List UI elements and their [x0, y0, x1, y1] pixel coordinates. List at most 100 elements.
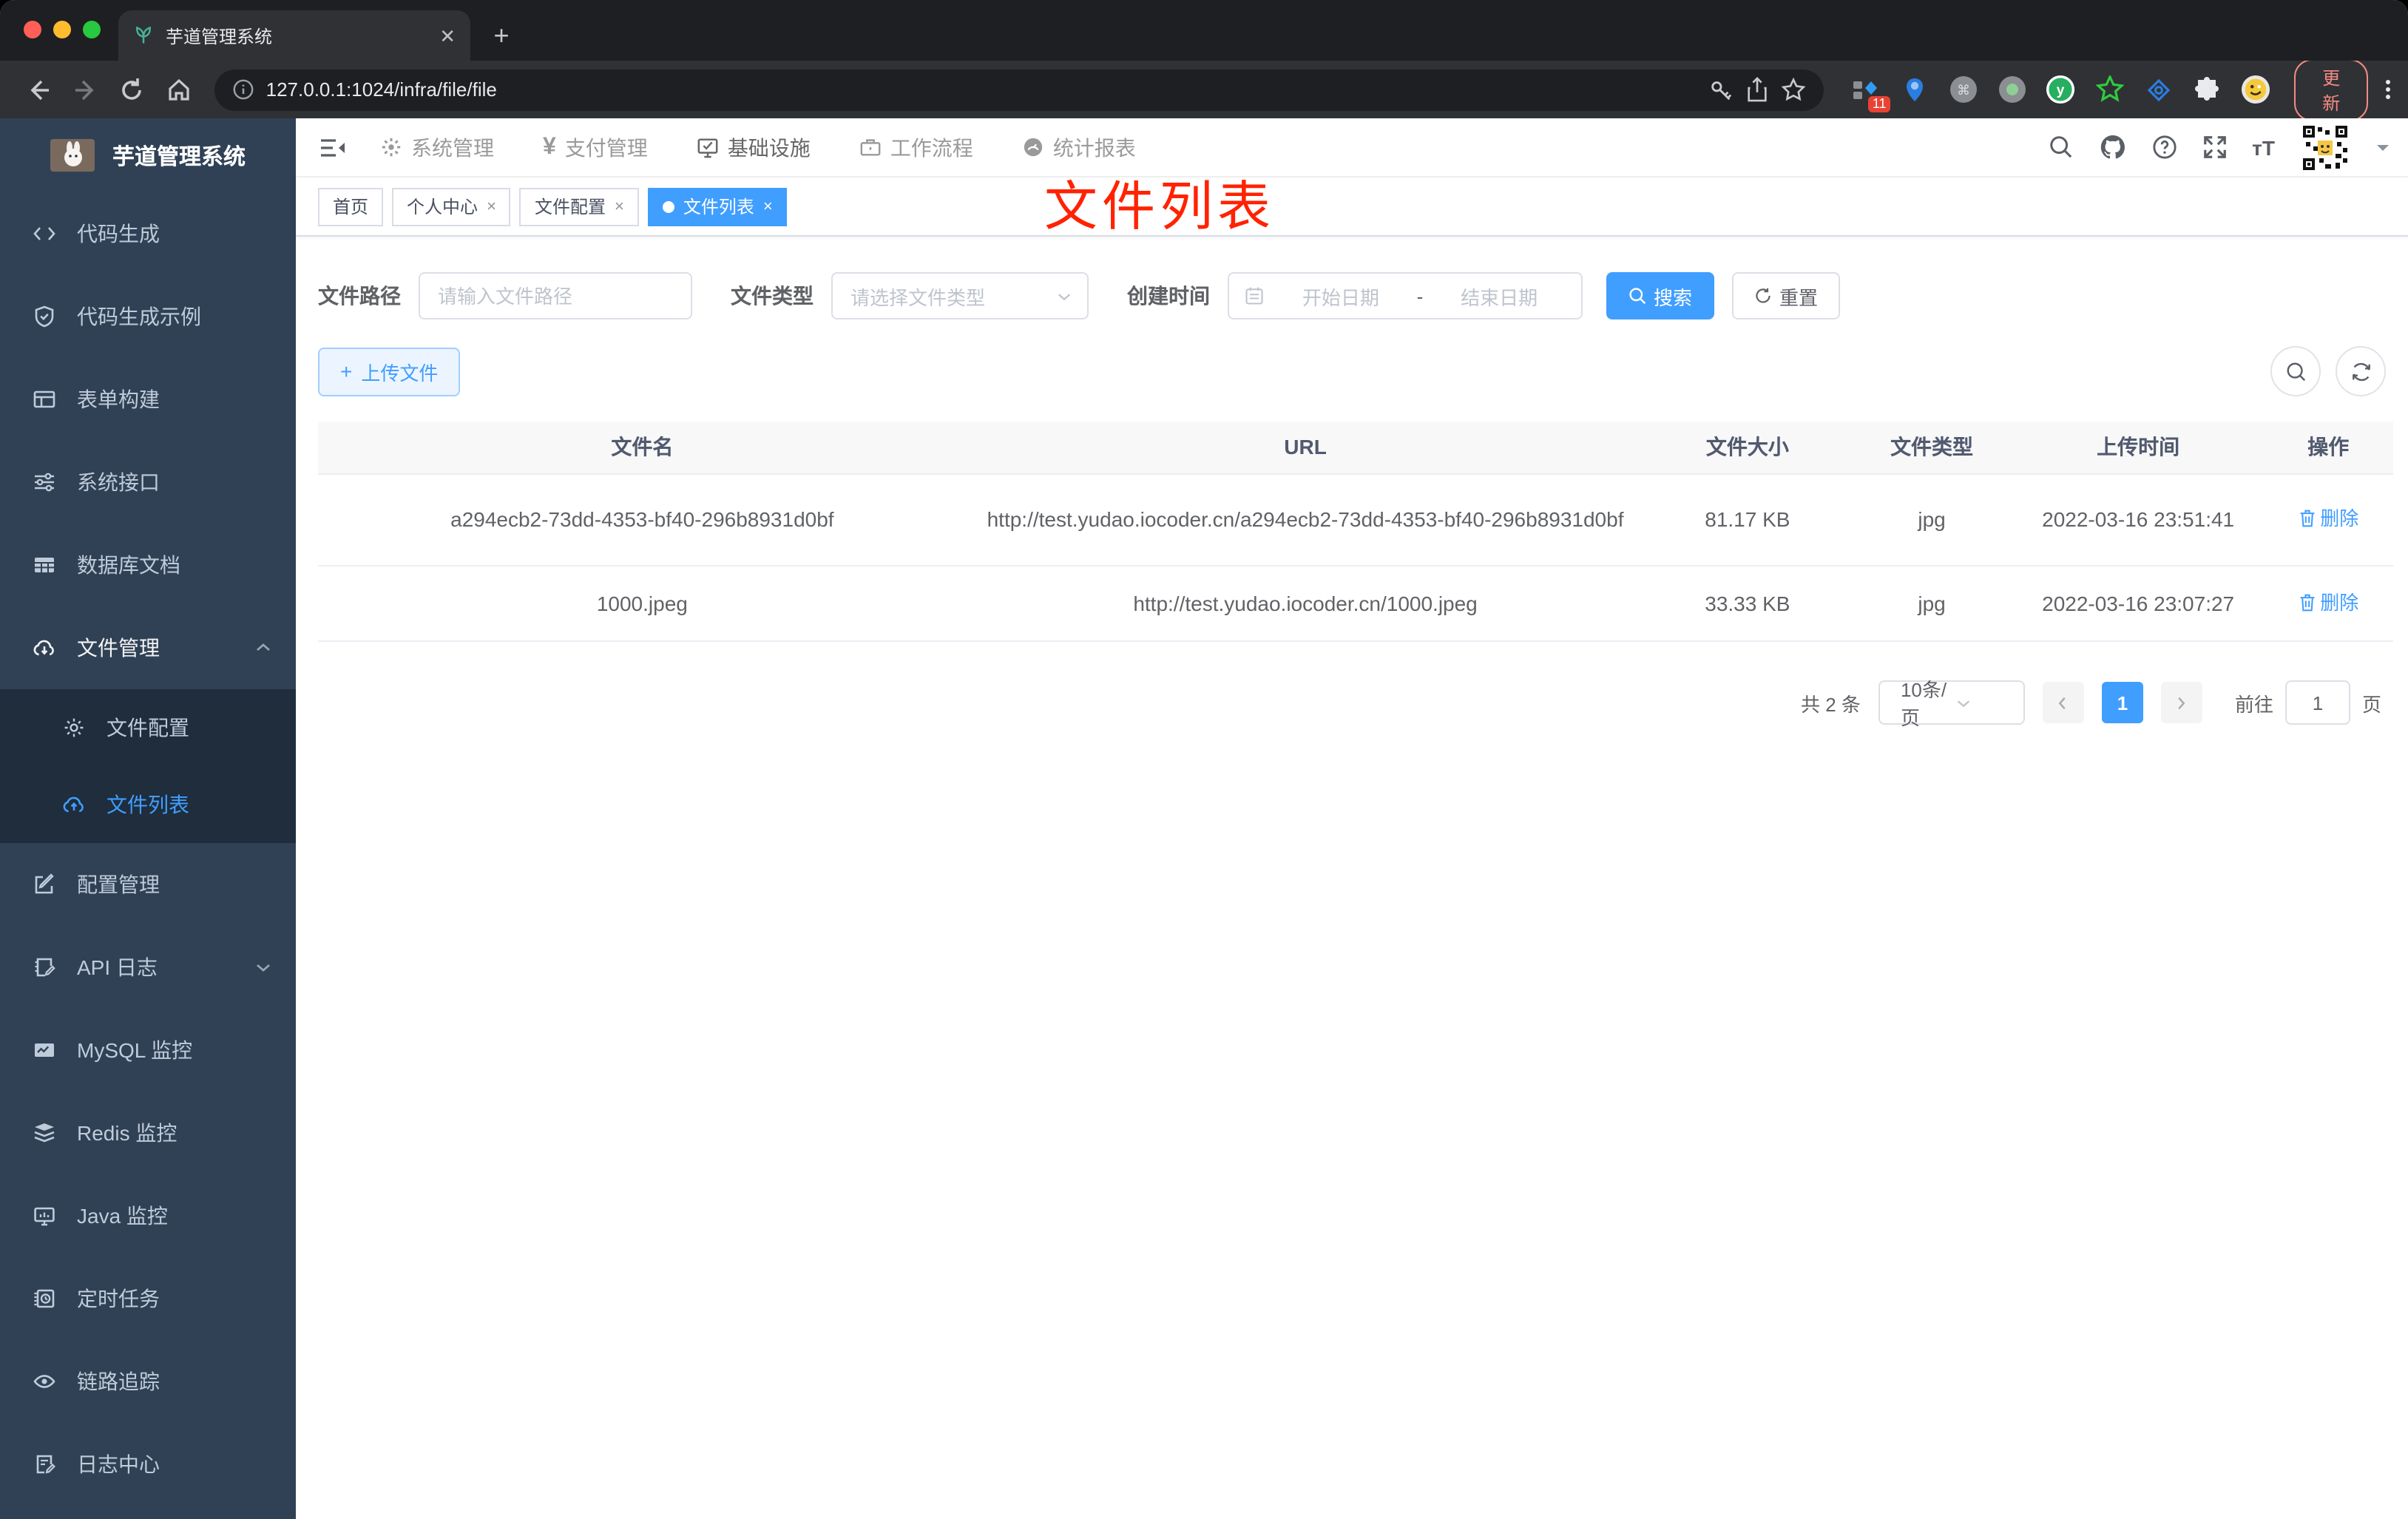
tag-file-list[interactable]: 文件列表 ×: [647, 187, 788, 226]
sidebar-item-file-list[interactable]: 文件列表: [0, 766, 296, 843]
end-date-input[interactable]: 结束日期: [1432, 282, 1566, 310]
profile-avatar-icon[interactable]: [2242, 75, 2271, 104]
refresh-table-button[interactable]: [2336, 346, 2386, 396]
column-header-size: 文件大小: [1705, 435, 1789, 459]
extensions-row: 11 ⌘ y: [1851, 75, 2271, 112]
github-icon[interactable]: [2098, 133, 2126, 161]
total-count: 共 2 条: [1801, 693, 1861, 715]
url-bar[interactable]: 127.0.0.1:1024/infra/file/file: [214, 69, 1824, 110]
file-path-input[interactable]: [419, 272, 692, 319]
goto-page-input[interactable]: [2284, 680, 2350, 725]
extension-y-icon[interactable]: y: [2046, 75, 2076, 104]
sidebar-item-config-management[interactable]: 配置管理: [0, 843, 296, 926]
briefcase-icon: [859, 136, 882, 158]
file-type-select[interactable]: 请选择文件类型: [831, 272, 1089, 319]
tag-home[interactable]: 首页: [318, 187, 384, 226]
reload-button[interactable]: [112, 69, 152, 110]
upload-file-button[interactable]: + 上传文件: [318, 347, 461, 396]
tag-profile[interactable]: 个人中心 ×: [392, 187, 511, 226]
extension-star-icon[interactable]: [2095, 75, 2125, 104]
page-content: 文件路径 文件类型 请选择文件类型 创建时间 开始日期 - 结束日期: [296, 237, 2408, 1519]
tab-title: 芋道管理系统: [166, 26, 273, 47]
extension-command-icon[interactable]: ⌘: [1949, 75, 1978, 104]
app-logo-row: 芋道管理系统: [0, 118, 296, 192]
sidebar-item-system-api[interactable]: 系统接口: [0, 441, 296, 524]
cell-type: jpg: [1918, 507, 1946, 531]
sidebar-item-java-monitor[interactable]: Java 监控: [0, 1174, 296, 1257]
sidebar-item-tracing[interactable]: 链路追踪: [0, 1340, 296, 1423]
browser-tab[interactable]: 芋道管理系统 ✕: [118, 10, 470, 61]
svg-text:y: y: [2057, 83, 2065, 98]
window-close-button[interactable]: [24, 21, 41, 38]
nav-item-statistics[interactable]: 统计报表: [1022, 132, 1136, 162]
sidebar-item-code-generate[interactable]: 代码生成: [0, 192, 296, 275]
range-separator: -: [1416, 285, 1424, 307]
fullscreen-icon[interactable]: [2202, 135, 2227, 160]
monitor-icon: [33, 1204, 56, 1228]
header-actions: тT: [2048, 122, 2390, 172]
date-range-picker[interactable]: 开始日期 - 结束日期: [1228, 272, 1583, 319]
eye-icon: [33, 1370, 56, 1393]
sidebar-item-redis-monitor[interactable]: Redis 监控: [0, 1092, 296, 1174]
tag-close-icon[interactable]: ×: [615, 197, 624, 215]
extension-eye-icon[interactable]: [2144, 75, 2174, 104]
extensions-puzzle-icon[interactable]: [2193, 75, 2222, 104]
page-size-select[interactable]: 10条/页: [1878, 679, 2025, 729]
next-page-button[interactable]: [2160, 682, 2202, 723]
password-key-icon[interactable]: [1709, 77, 1734, 102]
tags-view: 首页 个人中心 × 文件配置 × 文件列表 ×: [296, 177, 2408, 237]
sidebar-item-file-management[interactable]: 文件管理: [0, 606, 296, 689]
delete-button[interactable]: 删除: [2298, 503, 2358, 534]
window-minimize-button[interactable]: [53, 21, 71, 38]
avatar-dropdown-caret-icon[interactable]: [2375, 140, 2390, 155]
site-info-icon[interactable]: [232, 78, 254, 101]
sidebar-item-mysql-monitor[interactable]: MySQL 监控: [0, 1009, 296, 1092]
forward-button[interactable]: [64, 69, 105, 110]
help-icon[interactable]: [2151, 135, 2177, 160]
sidebar-item-code-demo[interactable]: 代码生成示例: [0, 275, 296, 358]
code-icon: [33, 222, 56, 246]
start-date-input[interactable]: 开始日期: [1274, 282, 1408, 310]
delete-button[interactable]: 删除: [2298, 586, 2358, 618]
search-icon[interactable]: [2048, 135, 2073, 160]
form-icon: [33, 388, 56, 411]
nav-item-payment[interactable]: ¥ 支付管理: [543, 132, 648, 162]
pagination: 共 2 条 10条/页 1 前往 页: [318, 679, 2393, 729]
browser-update-button[interactable]: 更新: [2294, 58, 2368, 121]
reset-button[interactable]: 重置: [1732, 272, 1841, 319]
app-title: 芋道管理系统: [112, 144, 246, 169]
font-size-icon[interactable]: тT: [2252, 135, 2275, 159]
tab-close-icon[interactable]: ✕: [439, 26, 456, 45]
dashboard-icon: [1022, 136, 1044, 158]
tag-close-icon[interactable]: ×: [763, 197, 773, 215]
tag-file-config[interactable]: 文件配置 ×: [519, 187, 639, 226]
sidebar-item-scheduled-task[interactable]: 定时任务: [0, 1257, 296, 1340]
collapse-sidebar-button[interactable]: [318, 132, 348, 162]
page-number-button[interactable]: 1: [2101, 682, 2143, 723]
bookmark-star-icon[interactable]: [1782, 77, 1807, 102]
sidebar-item-api-log[interactable]: API 日志: [0, 926, 296, 1009]
nav-item-workflow[interactable]: 工作流程: [859, 132, 973, 162]
share-icon[interactable]: [1746, 77, 1770, 102]
yen-icon: ¥: [543, 134, 556, 159]
window-zoom-button[interactable]: [83, 21, 101, 38]
search-button[interactable]: 搜索: [1606, 272, 1715, 319]
extension-pin-icon[interactable]: [1900, 75, 1930, 104]
sidebar-item-db-doc[interactable]: 数据库文档: [0, 524, 296, 606]
extension-tabs-icon[interactable]: 11: [1851, 75, 1891, 112]
tag-close-icon[interactable]: ×: [487, 197, 496, 215]
sidebar-item-file-config[interactable]: 文件配置: [0, 689, 296, 766]
browser-menu-button[interactable]: [2386, 80, 2390, 99]
home-button[interactable]: [158, 69, 199, 110]
extension-badge: 11: [1867, 95, 1891, 112]
extension-record-icon[interactable]: [1998, 75, 2027, 104]
sidebar-item-log-center[interactable]: 日志中心: [0, 1423, 296, 1506]
nav-item-infrastructure[interactable]: 基础设施: [697, 132, 811, 162]
nav-item-system[interactable]: 系统管理: [380, 132, 494, 162]
toggle-search-button[interactable]: [2270, 346, 2321, 396]
sidebar-item-form-builder[interactable]: 表单构建: [0, 358, 296, 441]
back-button[interactable]: [18, 69, 58, 110]
user-avatar[interactable]: [2300, 122, 2350, 172]
prev-page-button[interactable]: [2042, 682, 2084, 723]
new-tab-button[interactable]: +: [482, 16, 521, 55]
